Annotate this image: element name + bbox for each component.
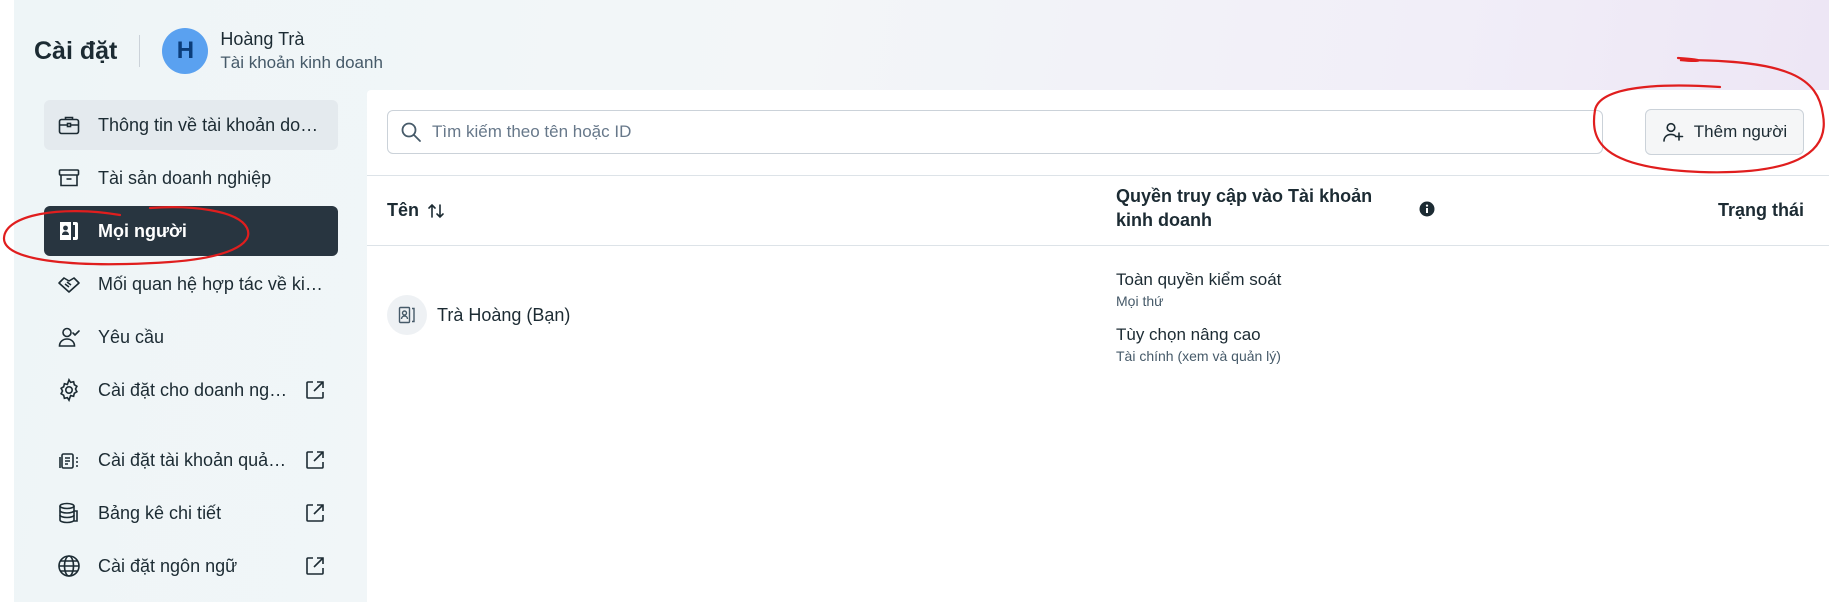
add-person-icon — [1662, 121, 1684, 143]
sidebar-item-ad-account-settings[interactable]: Cài đặt tài khoản quảng cáo — [44, 435, 338, 485]
globe-icon — [56, 553, 82, 579]
column-header-name[interactable]: Tên — [387, 200, 445, 221]
sidebar-item-label: Cài đặt ngôn ngữ — [98, 555, 238, 576]
user-badge-icon — [387, 295, 427, 335]
add-people-label: Thêm người — [1693, 122, 1788, 141]
sidebar-item-people[interactable]: Mọi người — [44, 206, 338, 256]
permission-item: Tùy chọn nâng cao Tài chính (xem và quản… — [1116, 324, 1281, 366]
external-link-icon — [304, 379, 326, 401]
archive-box-icon — [56, 165, 82, 191]
sidebar-item-label: Thông tin về tài khoản doanh nghiệp — [98, 114, 326, 135]
search-icon — [400, 121, 422, 143]
permission-title: Tùy chọn nâng cao — [1116, 325, 1261, 344]
info-icon[interactable] — [1419, 201, 1435, 222]
sidebar-item-label: Bảng kê chi tiết — [98, 502, 222, 523]
handshake-icon — [56, 271, 82, 297]
external-link-icon — [304, 555, 326, 577]
sidebar-item-billing[interactable]: Bảng kê chi tiết — [44, 488, 338, 538]
sort-icon[interactable] — [427, 202, 445, 220]
account-name: Hoàng Trà — [220, 29, 305, 49]
person-check-icon — [56, 324, 82, 350]
sidebar-item-label: Tài sản doanh nghiệp — [98, 167, 272, 188]
people-badge-icon — [56, 218, 82, 244]
permission-item: Toàn quyền kiểm soát Mọi thứ — [1116, 269, 1281, 311]
column-header-access: Quyền truy cập vào Tài khoản kinh doanh — [1116, 186, 1373, 230]
column-header-name-label: Tên — [387, 200, 420, 220]
sidebar-item-label: Yêu cầu — [98, 326, 165, 347]
coins-stack-icon — [56, 500, 82, 526]
add-people-button[interactable]: Thêm người — [1645, 109, 1804, 155]
sidebar-item-business-assets[interactable]: Tài sản doanh nghiệp — [44, 153, 338, 203]
sidebar-item-requests[interactable]: Yêu cầu — [44, 312, 338, 362]
account-switcher[interactable]: Hoàng Trà Tài khoản kinh doanh — [220, 27, 383, 75]
avatar[interactable]: H — [162, 28, 209, 74]
sidebar-item-label: Mối quan hệ hợp tác về kinh doanh — [98, 273, 326, 294]
sidebar-item-business-info[interactable]: Thông tin về tài khoản doanh nghiệp — [44, 100, 338, 150]
external-link-icon — [304, 502, 326, 524]
page-title: Cài đặt — [34, 36, 118, 65]
sidebar-item-business-settings[interactable]: Cài đặt cho doanh nghiệp — [44, 365, 338, 415]
search-input[interactable] — [432, 122, 1602, 142]
header-divider — [139, 35, 141, 67]
search-box[interactable] — [387, 110, 1603, 154]
column-header-status: Trạng thái — [1717, 200, 1804, 220]
sidebar-item-label: Cài đặt tài khoản quảng cáo — [98, 449, 294, 470]
header-divider — [367, 245, 1829, 246]
toolbar-divider — [367, 175, 1829, 176]
briefcase-icon — [56, 112, 82, 138]
sidebar-item-label: Cài đặt cho doanh nghiệp — [98, 379, 294, 400]
left-edge — [0, 0, 14, 602]
user-name[interactable]: Trà Hoàng (Bạn) — [437, 305, 570, 326]
page-header: Cài đặt H Hoàng Trà Tài khoản kinh doanh — [34, 18, 383, 84]
permission-title: Toàn quyền kiểm soát — [1116, 270, 1282, 289]
external-link-icon — [304, 449, 326, 471]
account-type: Tài khoản kinh doanh — [220, 53, 383, 72]
ad-account-icon — [56, 447, 82, 473]
table-row[interactable]: Trà Hoàng (Bạn) — [387, 295, 570, 335]
sidebar-item-language-settings[interactable]: Cài đặt ngôn ngữ — [44, 541, 338, 591]
gear-icon — [56, 377, 82, 403]
permission-detail: Tài chính (xem và quản lý) — [1116, 348, 1281, 364]
sidebar-item-partnerships[interactable]: Mối quan hệ hợp tác về kinh doanh — [44, 259, 338, 309]
permission-detail: Mọi thứ — [1116, 293, 1164, 309]
sidebar-nav: Thông tin về tài khoản doanh nghiệp Tài … — [44, 100, 338, 594]
people-panel: Thêm người Tên Quyền truy cập vào Tài kh… — [367, 90, 1829, 602]
sidebar-item-label: Mọi người — [98, 220, 187, 241]
